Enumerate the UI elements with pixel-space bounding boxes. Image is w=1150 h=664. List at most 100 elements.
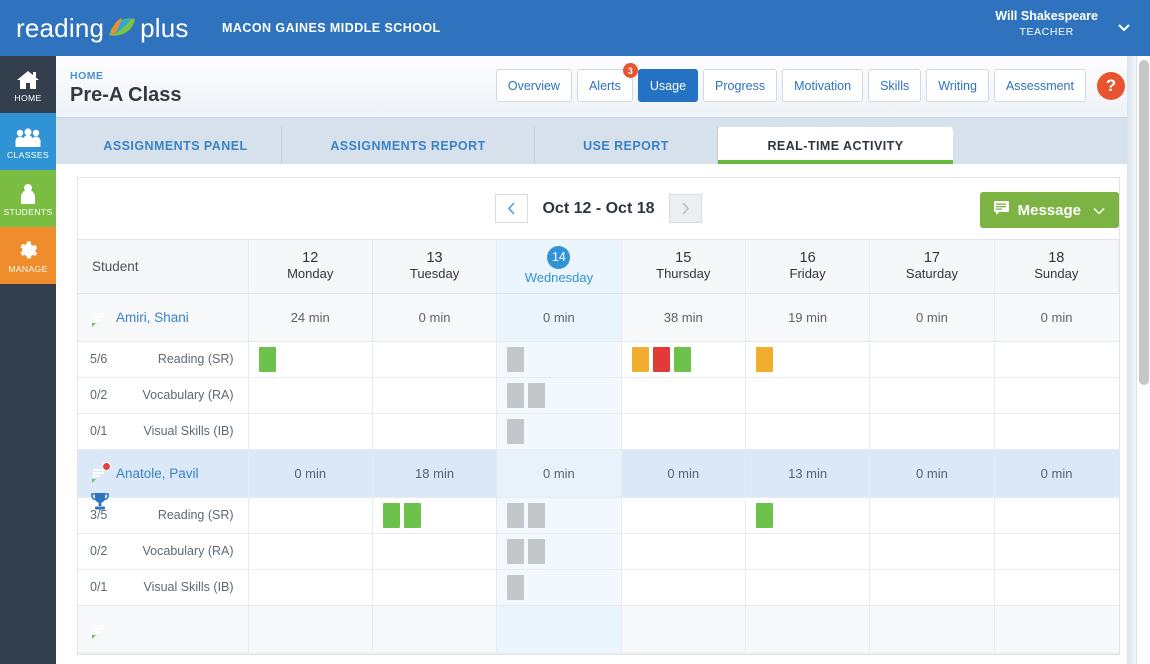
activity-block-green[interactable]: [259, 347, 276, 372]
activity-cell: [372, 497, 496, 533]
minutes-value: 0 min: [373, 310, 496, 325]
student-name-cell[interactable]: [78, 605, 248, 653]
message-bubble-icon[interactable]: [90, 310, 107, 324]
reading-plus-swoosh-icon: [107, 15, 137, 41]
activity-block-gray[interactable]: [507, 503, 524, 528]
tab-label: USE REPORT: [583, 139, 669, 153]
activity-block-gray[interactable]: [528, 383, 545, 408]
activity-block-orange[interactable]: [756, 347, 773, 372]
day-name: Saturday: [870, 266, 993, 282]
minutes-value: 0 min: [622, 466, 745, 481]
activity-label-cell: 0/2Vocabulary (RA): [78, 377, 248, 413]
activity-block-red[interactable]: [653, 347, 670, 372]
activity-block-orange[interactable]: [632, 347, 649, 372]
activity-cell: [994, 533, 1118, 569]
minutes-value: 0 min: [995, 466, 1119, 481]
activity-cell: [497, 413, 621, 449]
activity-cell: [994, 377, 1118, 413]
nav-tab-overview[interactable]: Overview: [496, 69, 572, 102]
table-row[interactable]: Anatole, Pavil 0 min18 min0 min0 min13 m…: [78, 449, 1119, 497]
activity-cell: [870, 413, 994, 449]
reading-plus-logo[interactable]: reading plus: [0, 13, 210, 44]
activity-block-gray[interactable]: [507, 347, 524, 372]
activity-block-green[interactable]: [674, 347, 691, 372]
minutes-cell: 13 min: [745, 449, 869, 497]
activity-cell: [621, 377, 745, 413]
activity-cell: [870, 341, 994, 377]
activity-block-green[interactable]: [383, 503, 400, 528]
chevron-down-icon[interactable]: [1116, 19, 1132, 35]
activity-cell: [248, 533, 372, 569]
activity-block-gray[interactable]: [507, 419, 524, 444]
page-right-edge: [1127, 56, 1136, 664]
day-number: 13: [373, 250, 496, 267]
activity-block-gray[interactable]: [507, 383, 524, 408]
activity-cell: [745, 497, 869, 533]
tab-assignments-panel[interactable]: ASSIGNMENTS PANEL: [70, 127, 282, 164]
next-week-button[interactable]: [669, 194, 702, 223]
prev-week-button[interactable]: [495, 194, 528, 223]
activity-cell: [372, 533, 496, 569]
day-number: 12: [249, 250, 372, 267]
activity-fraction: 5/6: [90, 352, 124, 366]
vertical-scrollbar[interactable]: [1136, 56, 1150, 664]
activity-fraction: 0/2: [90, 544, 124, 558]
minutes-value: 19 min: [746, 310, 869, 325]
activity-block-green[interactable]: [404, 503, 421, 528]
activity-row: 0/2Vocabulary (RA): [78, 377, 1119, 413]
activity-cell: [745, 533, 869, 569]
activity-block-gray[interactable]: [528, 539, 545, 564]
nav-tab-skills[interactable]: Skills: [868, 69, 921, 102]
activity-block-green[interactable]: [756, 503, 773, 528]
unread-dot-icon: [102, 462, 111, 471]
nav-tab-alerts[interactable]: Alerts 3: [577, 69, 633, 102]
student-name-cell[interactable]: Amiri, Shani: [78, 293, 248, 341]
minutes-cell: [621, 605, 745, 653]
message-bubble-icon[interactable]: [90, 622, 107, 636]
activity-block-gray[interactable]: [507, 575, 524, 600]
minutes-value: 0 min: [249, 466, 372, 481]
minutes-value: 0 min: [497, 310, 620, 325]
table-row[interactable]: Amiri, Shani24 min0 min0 min38 min19 min…: [78, 293, 1119, 341]
activity-block-gray[interactable]: [528, 503, 545, 528]
sidebar-item-classes[interactable]: CLASSES: [0, 113, 56, 170]
nav-tab-usage[interactable]: Usage: [638, 69, 698, 102]
day-number: 17: [870, 250, 993, 267]
activity-name: Vocabulary (RA): [124, 388, 234, 402]
activity-cell: [497, 341, 621, 377]
trophy-icon: [90, 492, 110, 511]
table-row[interactable]: [78, 605, 1119, 653]
minutes-cell: [372, 605, 496, 653]
breadcrumb[interactable]: HOME: [70, 70, 104, 82]
nav-tab-progress[interactable]: Progress: [703, 69, 777, 102]
message-button[interactable]: Message: [980, 192, 1119, 228]
student-name[interactable]: Anatole, Pavil: [116, 466, 199, 481]
tab-label: ASSIGNMENTS REPORT: [330, 139, 485, 153]
sidebar-item-label: CLASSES: [7, 150, 49, 160]
nav-tab-writing[interactable]: Writing: [926, 69, 989, 102]
sidebar-item-students[interactable]: STUDENTS: [0, 170, 56, 227]
activity-cell: [994, 497, 1118, 533]
nav-tab-label: Usage: [650, 79, 686, 93]
tab-label: REAL-TIME ACTIVITY: [767, 139, 903, 153]
activity-cell: [621, 569, 745, 605]
user-menu[interactable]: Will Shakespeare TEACHER: [995, 8, 1098, 39]
student-name[interactable]: Amiri, Shani: [116, 310, 189, 325]
tab-use-report[interactable]: USE REPORT: [535, 127, 718, 164]
activity-cell: [745, 341, 869, 377]
activity-block-gray[interactable]: [507, 539, 524, 564]
message-bubble-icon[interactable]: [90, 466, 107, 480]
nav-tab-label: Skills: [880, 79, 909, 93]
sidebar-item-manage[interactable]: MANAGE: [0, 227, 56, 284]
user-name: Will Shakespeare: [995, 8, 1098, 25]
nav-tab-assessment[interactable]: Assessment: [994, 69, 1086, 102]
help-icon[interactable]: ?: [1097, 72, 1125, 100]
tab-real-time-activity[interactable]: REAL-TIME ACTIVITY: [718, 127, 953, 164]
activity-cell: [372, 413, 496, 449]
student-name-cell[interactable]: Anatole, Pavil: [78, 449, 248, 497]
nav-tab-motivation[interactable]: Motivation: [782, 69, 863, 102]
sidebar-item-home[interactable]: HOME: [0, 56, 56, 113]
tab-assignments-report[interactable]: ASSIGNMENTS REPORT: [282, 127, 535, 164]
nav-tab-label: Overview: [508, 79, 560, 93]
scrollbar-thumb[interactable]: [1139, 60, 1149, 385]
